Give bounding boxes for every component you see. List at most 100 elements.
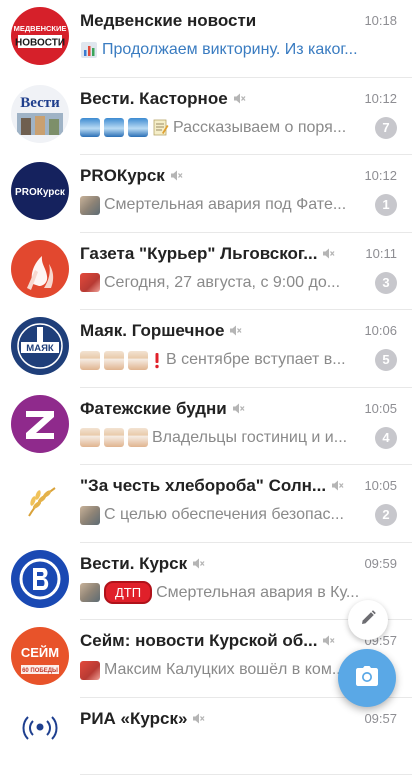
chat-time: 10:06 bbox=[364, 323, 397, 338]
chat-name: Фатежские будни bbox=[80, 399, 245, 420]
media-thumbnail bbox=[128, 428, 148, 447]
chat-row-ria-kursk[interactable]: РИА «Курск» 09:57 bbox=[0, 698, 412, 775]
chat-avatar bbox=[11, 240, 69, 298]
avatar-label: МАЯК bbox=[26, 343, 54, 354]
avatar-label: PROКурск bbox=[15, 187, 66, 198]
memo-icon bbox=[152, 119, 169, 136]
chat-row-za-chest-khleboroba[interactable]: "За честь хлебороба" Солн... 10:05 С цел… bbox=[0, 465, 412, 543]
chat-preview-text: В сентябре вступает в... bbox=[166, 351, 369, 369]
avatar-line-1: МЕДВЕНСКИЕ bbox=[14, 24, 67, 33]
chat-content: Медвенские новости 10:18 Продолжаем викт… bbox=[80, 0, 397, 78]
chat-preview-text: Рассказываем о поря... bbox=[173, 119, 369, 137]
chat-avatar: Вести bbox=[11, 85, 69, 143]
camera-button[interactable] bbox=[338, 649, 396, 707]
chat-name: "За честь хлебороба" Солн... bbox=[80, 476, 344, 497]
chat-time: 10:12 bbox=[364, 168, 397, 183]
chat-name-text: Газета "Курьер" Льговског... bbox=[80, 244, 317, 263]
chat-time: 10:05 bbox=[364, 401, 397, 416]
chat-avatar: СЕЙМ 60 ПОБЕДЫ bbox=[11, 627, 69, 685]
pencil-icon bbox=[359, 609, 377, 632]
chat-content: Вести. Курск 09:59 ДТП Смертельная авари… bbox=[80, 543, 397, 621]
muted-speaker-icon bbox=[322, 245, 335, 265]
chat-content: PROКурск 10:12 Смертельная авария под Фа… bbox=[80, 155, 397, 233]
chat-preview: В сентябре вступает в... bbox=[80, 348, 369, 372]
chat-content: Фатежские будни 10:05 Владельцы гостиниц… bbox=[80, 388, 397, 466]
chat-preview: Максим Калуцких вошёл в ком... bbox=[80, 658, 369, 682]
chat-avatar: PROКурск bbox=[11, 162, 69, 220]
exclamation-icon bbox=[152, 352, 162, 369]
avatar-label: СЕЙМ bbox=[21, 645, 59, 660]
chat-name-text: PROКурск bbox=[80, 166, 165, 185]
chat-preview: Рассказываем о поря... bbox=[80, 116, 369, 140]
chat-preview-text: Смертельная авария в Ку... bbox=[156, 584, 369, 602]
chat-avatar: МЕДВЕНСКИЕ НОВОСТИ bbox=[11, 7, 69, 65]
unread-badge: 7 bbox=[375, 117, 397, 139]
chat-name: Газета "Курьер" Льговског... bbox=[80, 244, 335, 265]
chat-preview: Владельцы гостиниц и и... bbox=[80, 426, 369, 450]
chat-content: Газета "Курьер" Льговског... 10:11 Сегод… bbox=[80, 233, 397, 311]
chat-preview: С целью обеспечения безопас... bbox=[80, 503, 369, 527]
unread-badge: 3 bbox=[375, 272, 397, 294]
chat-preview-text: Продолжаем викторину. Из каког... bbox=[102, 41, 369, 59]
bar-chart-icon bbox=[80, 41, 98, 59]
media-thumbnail bbox=[104, 118, 124, 137]
chat-name: Маяк. Горшечное bbox=[80, 321, 242, 342]
chat-avatar bbox=[11, 705, 69, 763]
chat-content: Вести. Касторное 10:12 Рассказываем о по… bbox=[80, 78, 397, 156]
chat-content: РИА «Курск» 09:57 bbox=[80, 698, 397, 775]
chat-preview: Продолжаем викторину. Из каког... bbox=[80, 38, 369, 62]
camera-icon bbox=[355, 665, 379, 692]
chat-name-text: Сейм: новости Курской об... bbox=[80, 631, 317, 650]
chat-row-medvenskie-novosti[interactable]: МЕДВЕНСКИЕ НОВОСТИ Медвенские новости 10… bbox=[0, 0, 412, 78]
chat-content: Маяк. Горшечное 10:06 В сентябре вступае… bbox=[80, 310, 397, 388]
chat-avatar: МАЯК bbox=[11, 317, 69, 375]
chat-preview-text: С целью обеспечения безопас... bbox=[104, 506, 369, 524]
chat-row-mayak-gorshechnoe[interactable]: МАЯК Маяк. Горшечное 10:06 В сентябре вс… bbox=[0, 310, 412, 388]
avatar-sublabel: 60 ПОБЕДЫ bbox=[22, 668, 58, 674]
chat-row-gazeta-kurer[interactable]: Газета "Курьер" Льговског... 10:11 Сегод… bbox=[0, 233, 412, 311]
chat-preview-text: Сегодня, 27 августа, с 9:00 до... bbox=[104, 274, 369, 292]
chat-preview-text: Смертельная авария под Фате... bbox=[104, 196, 369, 214]
chat-preview: Сегодня, 27 августа, с 9:00 до... bbox=[80, 271, 369, 295]
chat-avatar bbox=[11, 550, 69, 608]
chat-time: 10:18 bbox=[364, 13, 397, 28]
chat-preview-text: Владельцы гостиниц и и... bbox=[152, 429, 369, 447]
chat-name: PROКурск bbox=[80, 166, 183, 187]
chat-name: Вести. Касторное bbox=[80, 89, 246, 110]
edit-button[interactable] bbox=[348, 600, 388, 640]
media-thumbnail bbox=[128, 118, 148, 137]
chat-name-text: Вести. Касторное bbox=[80, 89, 228, 108]
chat-name-text: "За честь хлебороба" Солн... bbox=[80, 476, 326, 495]
muted-speaker-icon bbox=[233, 90, 246, 110]
avatar-label: Вести bbox=[20, 95, 60, 111]
muted-speaker-icon bbox=[229, 322, 242, 342]
muted-speaker-icon bbox=[232, 400, 245, 420]
chat-time: 10:11 bbox=[365, 246, 397, 261]
avatar-line-2: НОВОСТИ bbox=[15, 38, 65, 49]
muted-speaker-icon bbox=[322, 632, 335, 652]
unread-badge: 2 bbox=[375, 504, 397, 526]
chat-time: 09:59 bbox=[364, 556, 397, 571]
media-thumbnail bbox=[128, 351, 148, 370]
chat-avatar bbox=[11, 472, 69, 530]
chat-row-prokursk[interactable]: PROКурск PROКурск 10:12 Смертельная авар… bbox=[0, 155, 412, 233]
chat-name-text: Маяк. Горшечное bbox=[80, 321, 224, 340]
chat-preview: Смертельная авария под Фате... bbox=[80, 193, 369, 217]
chat-row-vesti-kastornoe[interactable]: Вести Вести. Касторное 10:12 Рассказывае… bbox=[0, 78, 412, 156]
chat-name: Сейм: новости Курской об... bbox=[80, 631, 335, 652]
chat-avatar bbox=[11, 395, 69, 453]
unread-badge: 1 bbox=[375, 194, 397, 216]
chat-row-fatezhskie-budni[interactable]: Фатежские будни 10:05 Владельцы гостиниц… bbox=[0, 388, 412, 466]
media-thumbnail bbox=[80, 118, 100, 137]
unread-badge: 5 bbox=[375, 349, 397, 371]
media-thumbnail bbox=[80, 351, 100, 370]
chat-name-text: Фатежские будни bbox=[80, 399, 227, 418]
media-thumbnail bbox=[80, 428, 100, 447]
chat-time: 10:05 bbox=[364, 478, 397, 493]
media-thumbnail bbox=[80, 661, 100, 680]
dtp-tag: ДТП bbox=[104, 581, 152, 604]
media-thumbnail bbox=[80, 583, 100, 602]
chat-name: РИА «Курск» bbox=[80, 709, 205, 730]
chat-name-text: РИА «Курск» bbox=[80, 709, 187, 728]
media-thumbnail bbox=[104, 351, 124, 370]
